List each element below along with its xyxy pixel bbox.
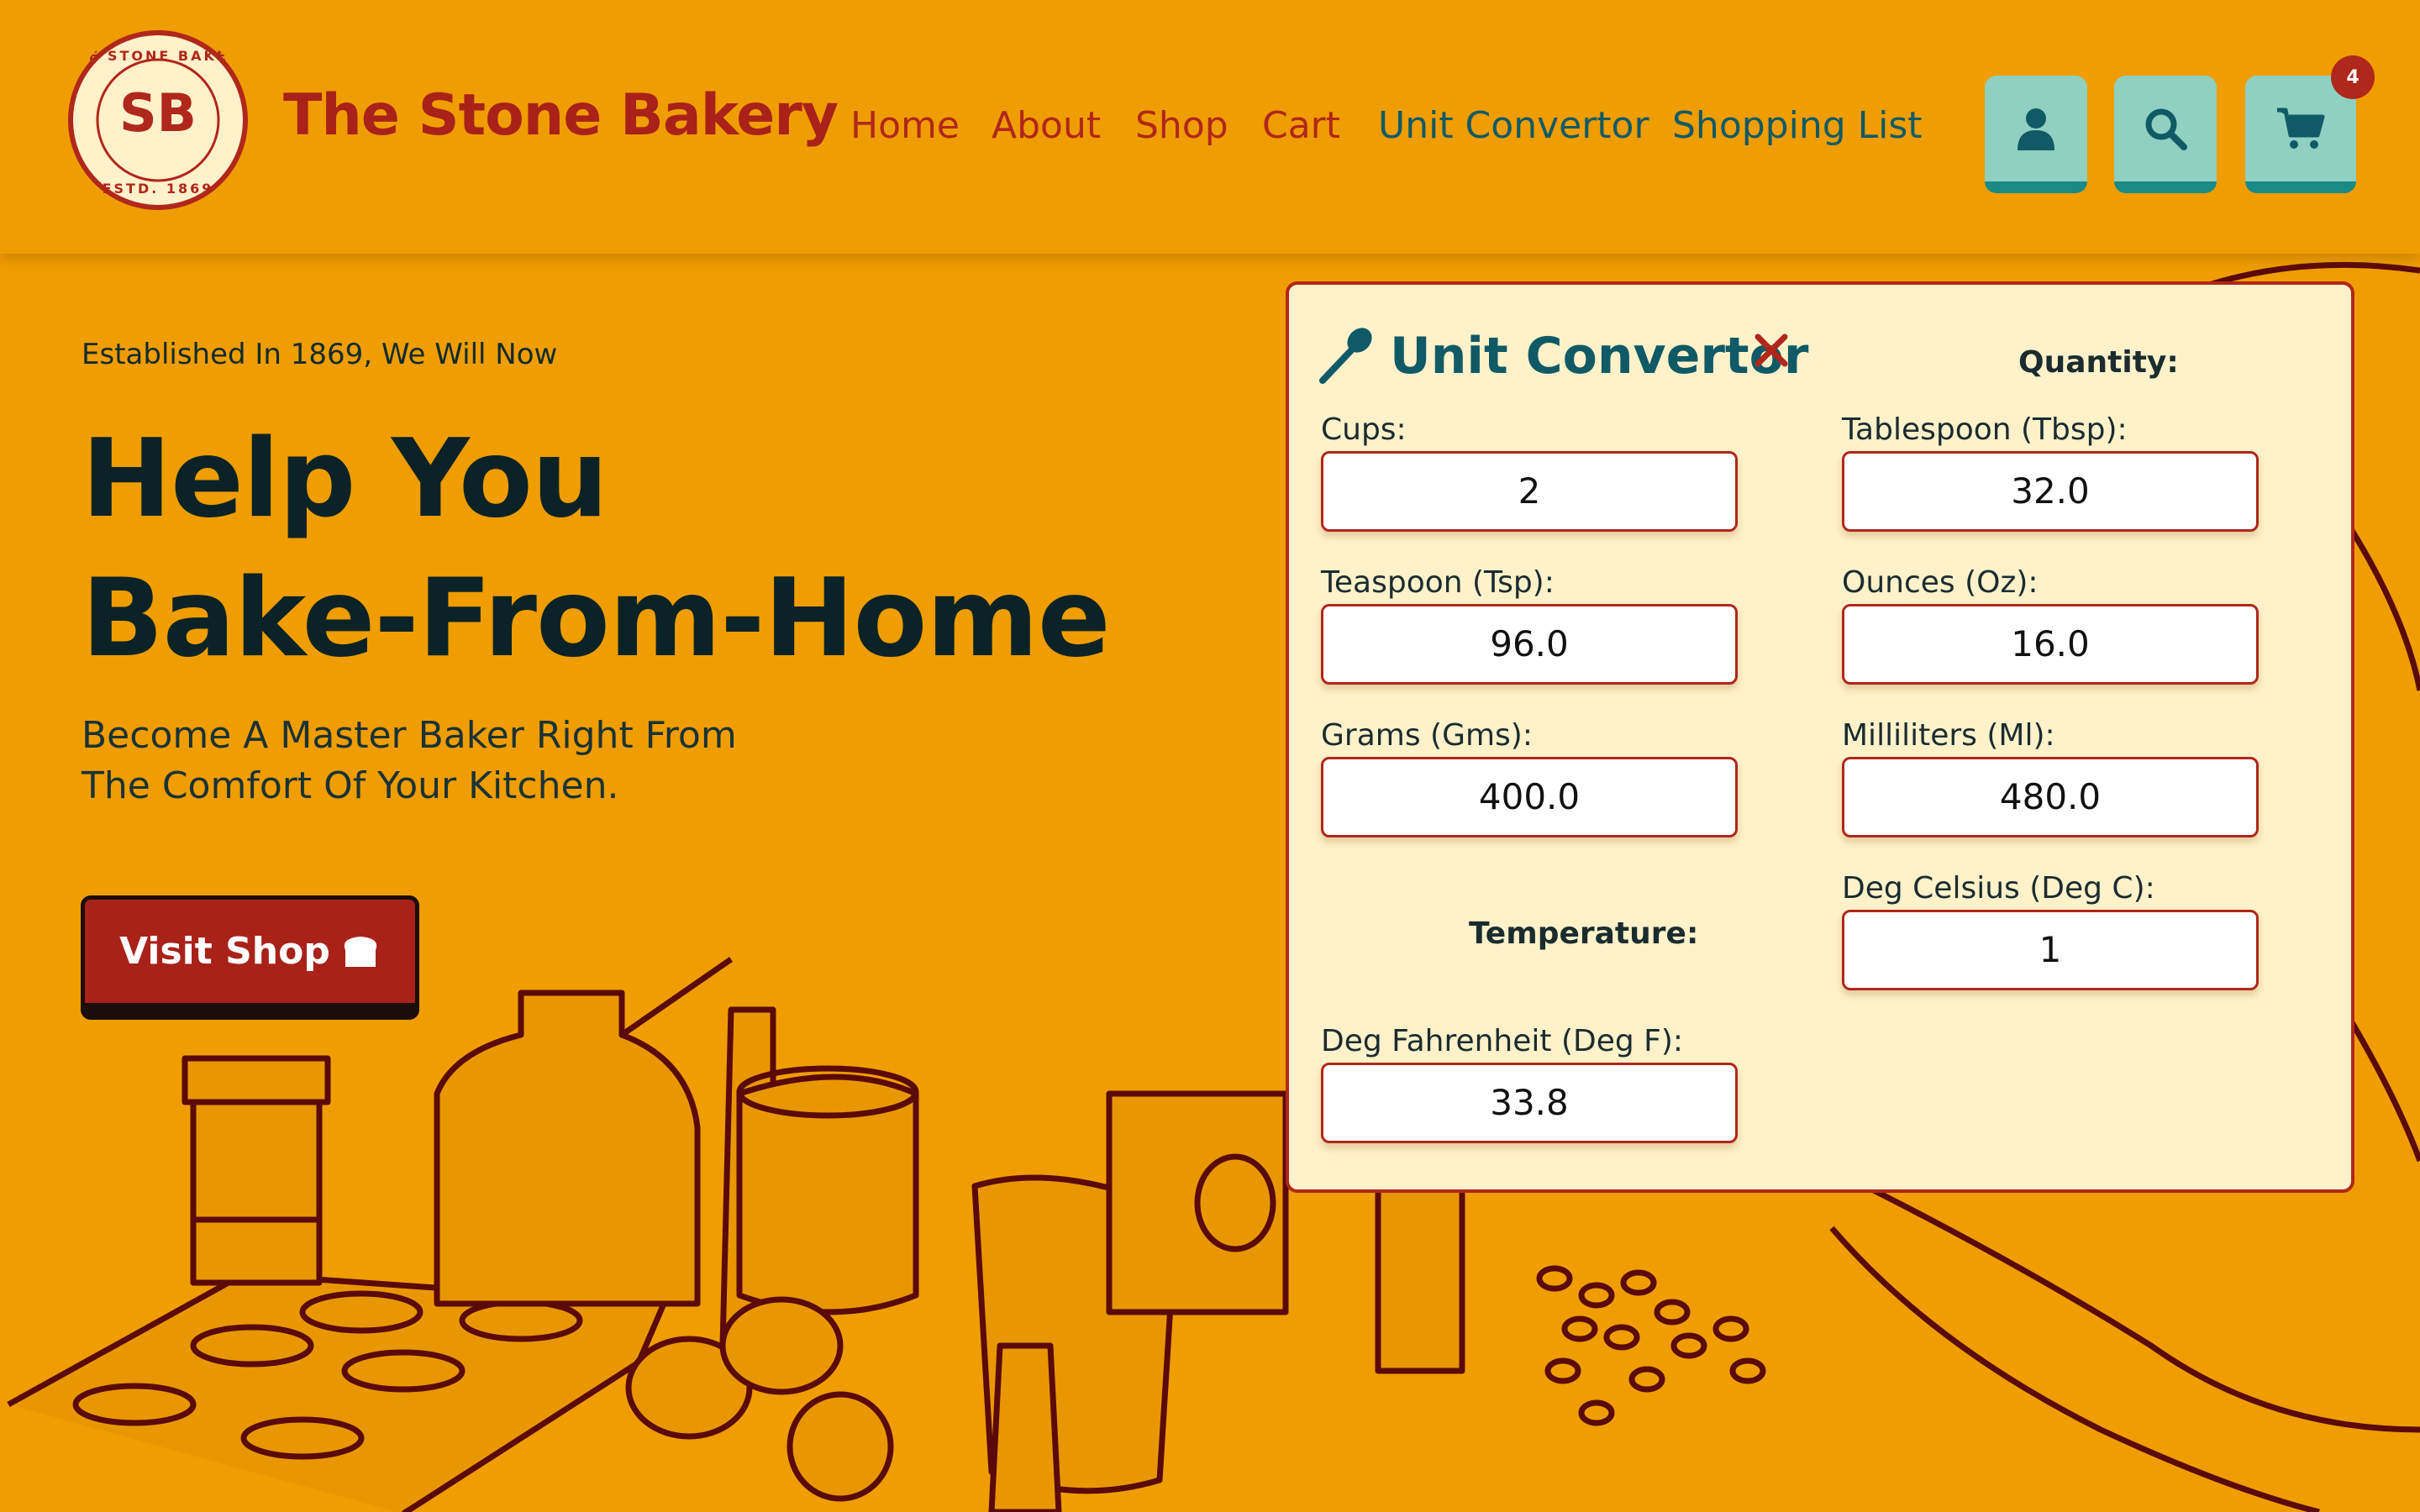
- close-icon[interactable]: [1753, 332, 1790, 369]
- grams-label: Grams (Gms):: [1321, 718, 1533, 753]
- degc-input[interactable]: 1: [1842, 910, 2259, 990]
- svg-text:SB: SB: [119, 82, 197, 144]
- headline-line-2: Bake-From-Home: [82, 556, 1111, 681]
- hero-subtext: Become A Master Baker Right From The Com…: [82, 711, 737, 811]
- nav-shopping-list[interactable]: Shopping List: [1672, 104, 1923, 147]
- svg-text:THE STONE BAKERY: THE STONE BAKERY: [67, 48, 249, 64]
- bakery-logo[interactable]: SB THE STONE BAKERY ESTD. 1869: [67, 25, 249, 215]
- site-header: SB THE STONE BAKERY ESTD. 1869 The Stone…: [0, 0, 2420, 254]
- nav-shop[interactable]: Shop: [1135, 104, 1228, 147]
- unit-convertor-panel: Unit Convertor Quantity: Cups: 2 Tablesp…: [1286, 281, 2354, 1193]
- tbsp-label: Tablespoon (Tbsp):: [1842, 412, 2128, 447]
- visit-shop-button[interactable]: Visit Shop: [81, 895, 419, 1020]
- hero-headline: Help You Bake-From-Home: [82, 410, 1111, 689]
- spoon-icon: [1319, 328, 1372, 384]
- visit-shop-label: Visit Shop: [119, 930, 330, 973]
- cups-label: Cups:: [1321, 412, 1407, 447]
- hero-tagline: Established In 1869, We Will Now: [82, 338, 558, 371]
- oz-input[interactable]: 16.0: [1842, 604, 2259, 685]
- bread-icon: [344, 936, 377, 967]
- search-button[interactable]: [2114, 76, 2217, 193]
- search-icon: [2145, 108, 2187, 150]
- nav-cart[interactable]: Cart: [1262, 104, 1340, 147]
- tsp-input[interactable]: 96.0: [1321, 604, 1738, 685]
- headline-line-1: Help You: [82, 417, 608, 542]
- subtext-line-2: The Comfort Of Your Kitchen.: [82, 764, 619, 807]
- brand-name[interactable]: The Stone Bakery: [283, 82, 839, 149]
- degf-label: Deg Fahrenheit (Deg F):: [1321, 1024, 1684, 1058]
- oz-label: Ounces (Oz):: [1842, 565, 2039, 600]
- cups-input[interactable]: 2: [1321, 451, 1738, 532]
- quantity-heading: Quantity:: [2018, 345, 2179, 380]
- nav-about[interactable]: About: [992, 104, 1101, 147]
- ml-input[interactable]: 480.0: [1842, 757, 2259, 837]
- account-button[interactable]: [1985, 76, 2087, 193]
- nav-home[interactable]: Home: [850, 104, 960, 147]
- nav-unit-convertor[interactable]: Unit Convertor: [1378, 104, 1649, 147]
- grams-input[interactable]: 400.0: [1321, 757, 1738, 837]
- degc-label: Deg Celsius (Deg C):: [1842, 871, 2155, 906]
- convertor-title: Unit Convertor: [1390, 327, 1809, 386]
- ml-label: Milliliters (Ml):: [1842, 718, 2055, 753]
- cart-icon: [2277, 108, 2325, 149]
- tsp-label: Teaspoon (Tsp):: [1321, 565, 1555, 600]
- svg-text:ESTD. 1869: ESTD. 1869: [103, 181, 214, 197]
- user-icon: [2018, 108, 2054, 150]
- temperature-heading: Temperature:: [1469, 916, 1699, 951]
- tbsp-input[interactable]: 32.0: [1842, 451, 2259, 532]
- subtext-line-1: Become A Master Baker Right From: [82, 714, 737, 757]
- cart-count-badge: 4: [2331, 55, 2375, 99]
- degf-input[interactable]: 33.8: [1321, 1063, 1738, 1143]
